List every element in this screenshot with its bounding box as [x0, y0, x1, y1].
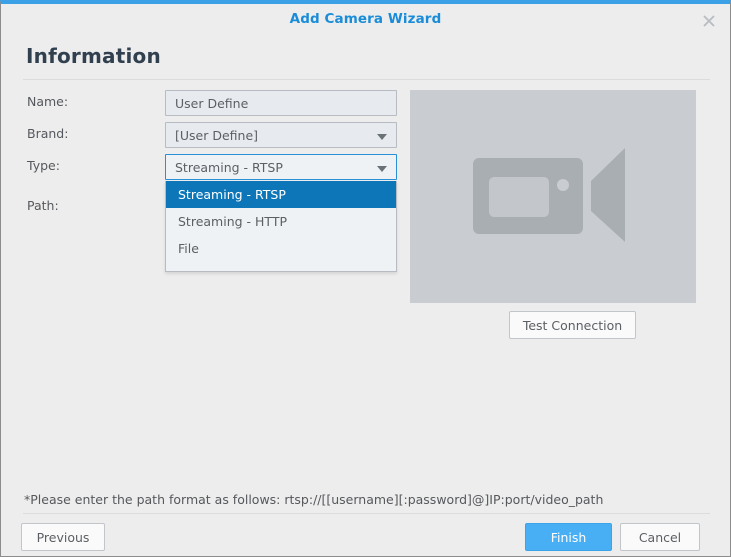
brand-select-value: [User Define] [175, 128, 259, 143]
camera-preview-panel [410, 90, 696, 303]
chevron-down-icon [377, 134, 387, 140]
path-format-note: *Please enter the path format as follows… [24, 492, 604, 507]
chevron-down-icon [377, 166, 387, 172]
type-select-value: Streaming - RTSP [175, 160, 283, 175]
dropdown-option-streaming-rtsp[interactable]: Streaming - RTSP [166, 181, 396, 208]
form-row-type: Type: Streaming - RTSP [27, 154, 397, 180]
dialog-titlebar: Add Camera Wizard [1, 4, 730, 34]
dialog-title: Add Camera Wizard [289, 11, 442, 27]
test-connection-button[interactable]: Test Connection [509, 311, 636, 339]
footer-divider [23, 513, 710, 514]
add-camera-wizard-dialog: Add Camera Wizard Information Name: User… [0, 0, 731, 557]
dropdown-option-file[interactable]: File [166, 235, 396, 262]
brand-label: Brand: [27, 126, 69, 141]
page-title: Information [26, 44, 161, 68]
close-icon[interactable] [700, 12, 718, 30]
name-input[interactable]: User Define [165, 90, 397, 116]
type-dropdown-list[interactable]: Streaming - RTSP Streaming - HTTP File [165, 181, 397, 272]
name-label: Name: [27, 94, 69, 109]
finish-button[interactable]: Finish [525, 523, 612, 551]
form-row-name: Name: User Define [27, 90, 397, 116]
cancel-button[interactable]: Cancel [620, 523, 700, 551]
type-label: Type: [27, 158, 60, 173]
previous-button[interactable]: Previous [21, 523, 105, 551]
path-label: Path: [27, 198, 59, 213]
title-divider [23, 79, 710, 80]
name-input-value: User Define [175, 96, 249, 111]
video-camera-icon [473, 147, 633, 246]
brand-select[interactable]: [User Define] [165, 122, 397, 148]
dropdown-option-streaming-http[interactable]: Streaming - HTTP [166, 208, 396, 235]
type-select[interactable]: Streaming - RTSP [165, 154, 397, 180]
form-row-brand: Brand: [User Define] [27, 122, 397, 148]
